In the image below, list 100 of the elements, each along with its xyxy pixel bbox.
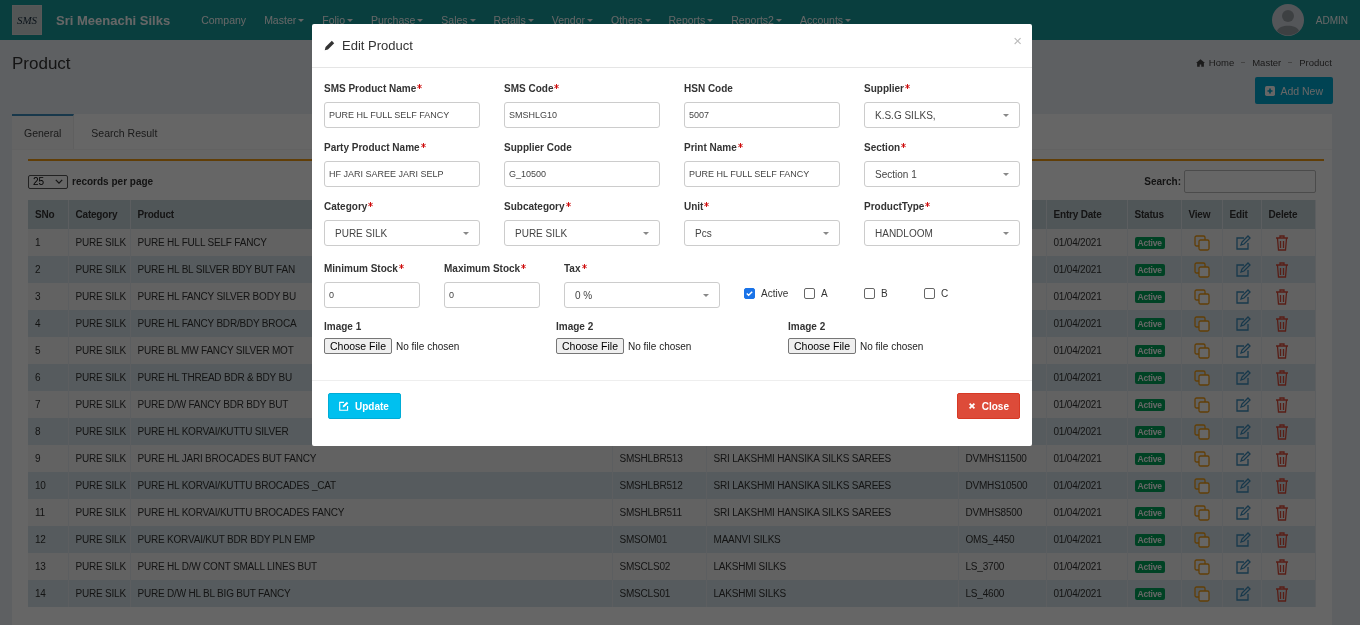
edit-icon[interactable] — [1234, 234, 1251, 251]
select-field[interactable]: 0 % — [564, 282, 720, 308]
table-cell: SMSHLBR513 — [619, 453, 683, 464]
copy-icon[interactable] — [1193, 531, 1210, 548]
copy-icon[interactable] — [1193, 342, 1210, 359]
field-label: SMS Product Name — [324, 82, 417, 96]
avatar-icon[interactable] — [1271, 4, 1304, 36]
edit-icon[interactable] — [1234, 288, 1251, 305]
edit-icon[interactable] — [1234, 396, 1251, 413]
input-field[interactable]: HF JARI SAREE JARI SELP — [324, 161, 480, 187]
trash-icon[interactable] — [1273, 558, 1290, 575]
close-button[interactable]: × — [1013, 32, 1022, 49]
trash-icon[interactable] — [1273, 234, 1290, 251]
copy-icon[interactable] — [1193, 423, 1210, 440]
checkbox[interactable] — [744, 288, 755, 299]
choose-file-button[interactable]: Choose File — [324, 338, 393, 354]
nav-menu-item[interactable]: Reports — [659, 14, 723, 26]
input-field[interactable]: 5007 — [684, 102, 840, 128]
edit-icon[interactable] — [1234, 585, 1251, 602]
nav-menu-item[interactable]: Sales — [432, 14, 485, 26]
copy-icon[interactable] — [1193, 558, 1210, 575]
tab[interactable]: General — [12, 114, 75, 149]
table-cell: OMS_4450 — [965, 534, 1015, 545]
select-field[interactable]: Pcs — [684, 220, 840, 246]
edit-icon[interactable] — [1234, 504, 1251, 521]
page-length-select[interactable]: 25 — [28, 174, 68, 189]
edit-icon[interactable] — [1234, 558, 1251, 575]
input-field[interactable]: SMSHLG10 — [504, 102, 660, 128]
nav-menu-item[interactable]: Reports2 — [722, 14, 791, 26]
checkbox[interactable] — [804, 288, 815, 299]
select-field[interactable]: Section 1 — [864, 161, 1020, 187]
copy-icon[interactable] — [1193, 315, 1210, 332]
trash-icon[interactable] — [1273, 585, 1290, 602]
breadcrumb-link[interactable]: Master — [1252, 57, 1282, 68]
trash-icon[interactable] — [1273, 423, 1290, 440]
checkbox[interactable] — [864, 288, 875, 299]
nav-menu-item[interactable]: Master — [255, 14, 314, 26]
close-button[interactable]: Close — [956, 393, 1020, 419]
trash-icon[interactable] — [1273, 450, 1290, 467]
copy-icon[interactable] — [1193, 234, 1210, 251]
breadcrumb-link[interactable]: Product — [1299, 57, 1332, 68]
input-field[interactable]: 0 — [324, 282, 420, 308]
select-field[interactable]: K.S.G SILKS, — [864, 102, 1020, 128]
copy-icon[interactable] — [1193, 261, 1210, 278]
input-field[interactable]: PURE HL FULL SELF FANCY — [684, 161, 840, 187]
select-field[interactable]: HANDLOOM — [864, 220, 1020, 246]
trash-icon[interactable] — [1273, 504, 1290, 521]
trash-icon[interactable] — [1273, 531, 1290, 548]
status-badge: Active — [1134, 318, 1165, 330]
input-field[interactable]: 0 — [444, 282, 540, 308]
update-button[interactable]: Update — [328, 393, 401, 419]
brand-name[interactable]: Sri Meenachi Silks — [56, 12, 171, 28]
trash-icon[interactable] — [1273, 288, 1290, 305]
edit-icon[interactable] — [1234, 315, 1251, 332]
trash-icon[interactable] — [1273, 369, 1290, 386]
logo[interactable]: SMS — [12, 5, 42, 35]
input-field[interactable]: PURE HL FULL SELF FANCY — [324, 102, 480, 128]
nav-menu-item[interactable]: Purchase — [362, 14, 433, 26]
trash-icon[interactable] — [1273, 396, 1290, 413]
edit-icon[interactable] — [1234, 450, 1251, 467]
choose-file-button[interactable]: Choose File — [556, 338, 625, 354]
trash-icon[interactable] — [1273, 261, 1290, 278]
field-label: Maximum Stock — [444, 262, 521, 276]
tab[interactable]: Search Result — [79, 114, 170, 149]
nav-menu-item[interactable]: Others — [602, 14, 660, 26]
select-field[interactable]: PURE SILK — [504, 220, 660, 246]
copy-icon[interactable] — [1193, 369, 1210, 386]
breadcrumb-link[interactable]: Home — [1208, 57, 1235, 68]
search-field[interactable] — [1184, 170, 1316, 193]
choose-file-button[interactable]: Choose File — [788, 338, 857, 354]
field-label: Category — [324, 200, 368, 214]
edit-icon[interactable] — [1234, 369, 1251, 386]
trash-icon[interactable] — [1273, 315, 1290, 332]
copy-icon[interactable] — [1193, 504, 1210, 521]
nav-menu-item[interactable]: Vendor — [542, 14, 602, 26]
copy-icon[interactable] — [1193, 585, 1210, 602]
input-field[interactable]: G_10500 — [504, 161, 660, 187]
user-name[interactable]: ADMIN — [1315, 14, 1348, 26]
copy-icon[interactable] — [1193, 450, 1210, 467]
select-field[interactable]: PURE SILK — [324, 220, 480, 246]
edit-icon[interactable] — [1234, 477, 1251, 494]
edit-icon[interactable] — [1234, 531, 1251, 548]
caret-icon — [1003, 231, 1009, 235]
edit-icon[interactable] — [1234, 261, 1251, 278]
edit-icon[interactable] — [1234, 423, 1251, 440]
nav-menu-item[interactable]: Company — [192, 14, 256, 26]
edit-icon[interactable] — [1234, 342, 1251, 359]
copy-icon[interactable] — [1193, 396, 1210, 413]
nav-menu-item[interactable]: Folio — [313, 14, 362, 26]
status-badge: Active — [1134, 291, 1165, 303]
table-cell: 4 — [35, 318, 41, 329]
checkbox[interactable] — [924, 288, 935, 299]
copy-icon[interactable] — [1193, 477, 1210, 494]
add-new-button[interactable]: Add New — [1255, 77, 1333, 104]
table-cell: 8 — [35, 426, 41, 437]
nav-menu-item[interactable]: Accounts — [790, 14, 861, 26]
copy-icon[interactable] — [1193, 288, 1210, 305]
trash-icon[interactable] — [1273, 477, 1290, 494]
trash-icon[interactable] — [1273, 342, 1290, 359]
nav-menu-item[interactable]: Retails — [484, 14, 543, 26]
